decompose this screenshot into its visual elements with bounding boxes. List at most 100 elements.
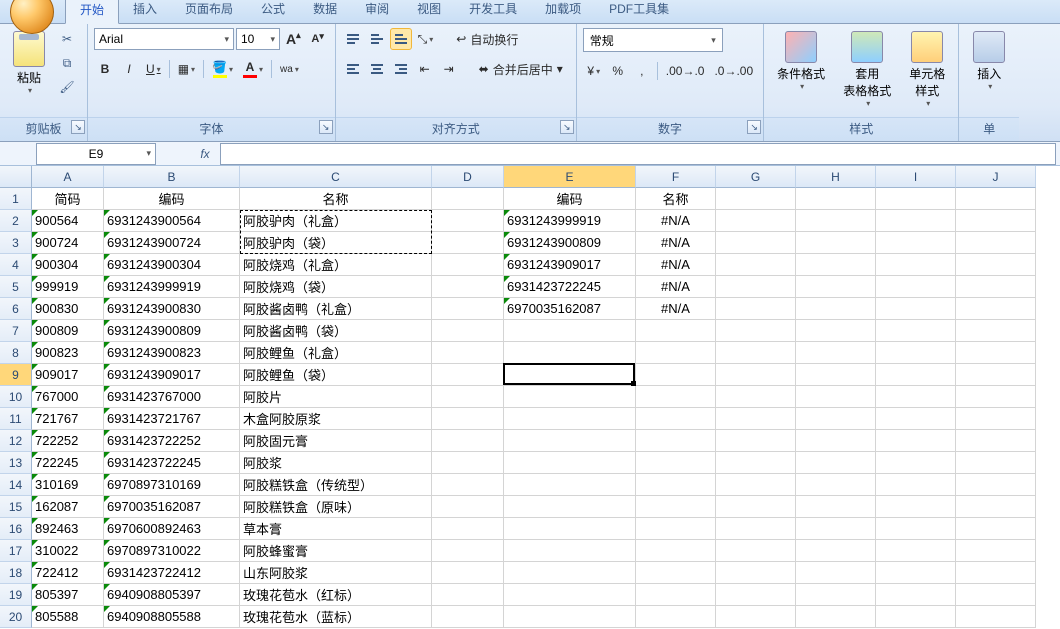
cell[interactable]: [796, 474, 876, 496]
cell[interactable]: [432, 606, 504, 628]
cell[interactable]: [956, 342, 1036, 364]
cell[interactable]: 900809: [32, 320, 104, 342]
cell[interactable]: [796, 386, 876, 408]
cell[interactable]: [956, 408, 1036, 430]
cell[interactable]: [876, 408, 956, 430]
cell[interactable]: [956, 254, 1036, 276]
row-header-2[interactable]: 2: [0, 210, 32, 232]
cell[interactable]: [636, 342, 716, 364]
cell[interactable]: 6931243999919: [504, 210, 636, 232]
cell[interactable]: [956, 276, 1036, 298]
cell[interactable]: 6970897310022: [104, 540, 240, 562]
cell[interactable]: [432, 562, 504, 584]
cell[interactable]: 900304: [32, 254, 104, 276]
cut-button[interactable]: ✂: [56, 28, 78, 50]
cell[interactable]: 6931243900809: [104, 320, 240, 342]
cell[interactable]: 阿胶烧鸡（礼盒）: [240, 254, 432, 276]
cell[interactable]: 767000: [32, 386, 104, 408]
cell[interactable]: 阿胶烧鸡（袋）: [240, 276, 432, 298]
cell[interactable]: [716, 606, 796, 628]
cell[interactable]: [956, 386, 1036, 408]
fill-color-button[interactable]: 🪣▾: [208, 58, 237, 80]
cell[interactable]: [636, 518, 716, 540]
cell[interactable]: [876, 342, 956, 364]
cell[interactable]: [876, 386, 956, 408]
cell[interactable]: 6931243900724: [104, 232, 240, 254]
select-all-corner[interactable]: [0, 166, 32, 188]
align-center-button[interactable]: [366, 58, 388, 80]
cell[interactable]: [796, 210, 876, 232]
cell[interactable]: 阿胶酱卤鸭（礼盒）: [240, 298, 432, 320]
font-name-combo[interactable]: Arial ▾: [94, 28, 234, 50]
row-header-14[interactable]: 14: [0, 474, 32, 496]
row-header-8[interactable]: 8: [0, 342, 32, 364]
cell[interactable]: #N/A: [636, 298, 716, 320]
cell[interactable]: [432, 518, 504, 540]
cell[interactable]: 阿胶鲤鱼（礼盒）: [240, 342, 432, 364]
cell[interactable]: [876, 518, 956, 540]
cell[interactable]: 900724: [32, 232, 104, 254]
cell[interactable]: [876, 540, 956, 562]
cell[interactable]: [716, 562, 796, 584]
cell[interactable]: [716, 210, 796, 232]
cell[interactable]: [876, 210, 956, 232]
merge-center-button[interactable]: ⬌ 合并后居中 ▾: [472, 58, 570, 80]
cell[interactable]: [876, 452, 956, 474]
cell[interactable]: [876, 364, 956, 386]
cell[interactable]: [796, 276, 876, 298]
cell[interactable]: 阿胶固元膏: [240, 430, 432, 452]
tab-review[interactable]: 审阅: [351, 0, 403, 23]
number-format-combo[interactable]: 常规 ▾: [583, 28, 723, 52]
border-button[interactable]: ▦▾: [174, 58, 199, 80]
cell[interactable]: 简码: [32, 188, 104, 210]
copy-button[interactable]: ⧉: [56, 52, 78, 74]
cell[interactable]: 玫瑰花苞水（蓝标）: [240, 606, 432, 628]
cell[interactable]: [716, 342, 796, 364]
cell[interactable]: 木盒阿胶原浆: [240, 408, 432, 430]
row-header-11[interactable]: 11: [0, 408, 32, 430]
cell[interactable]: #N/A: [636, 254, 716, 276]
cell[interactable]: [432, 342, 504, 364]
cell[interactable]: 310022: [32, 540, 104, 562]
cell[interactable]: 6931423722245: [504, 276, 636, 298]
cell-styles-button[interactable]: 单元格 样式▾: [902, 28, 952, 111]
tab-insert[interactable]: 插入: [119, 0, 171, 23]
cell[interactable]: 6931243909017: [504, 254, 636, 276]
row-header-4[interactable]: 4: [0, 254, 32, 276]
cell[interactable]: [504, 474, 636, 496]
cell[interactable]: [504, 320, 636, 342]
orientation-button[interactable]: ⤡▾: [414, 28, 438, 50]
row-header-7[interactable]: 7: [0, 320, 32, 342]
cell[interactable]: 721767: [32, 408, 104, 430]
cell[interactable]: [716, 584, 796, 606]
cell[interactable]: [876, 320, 956, 342]
cell[interactable]: [796, 606, 876, 628]
cell[interactable]: 6931243900564: [104, 210, 240, 232]
cell[interactable]: 722245: [32, 452, 104, 474]
cell[interactable]: 6931243900830: [104, 298, 240, 320]
cell[interactable]: 892463: [32, 518, 104, 540]
cell[interactable]: [716, 540, 796, 562]
column-header-F[interactable]: F: [636, 166, 716, 188]
cell[interactable]: [716, 430, 796, 452]
cell[interactable]: [636, 364, 716, 386]
formula-input[interactable]: [220, 143, 1056, 165]
cell[interactable]: [956, 518, 1036, 540]
row-header-13[interactable]: 13: [0, 452, 32, 474]
cell[interactable]: [432, 320, 504, 342]
cell[interactable]: 900564: [32, 210, 104, 232]
align-left-button[interactable]: [342, 58, 364, 80]
cell[interactable]: [716, 364, 796, 386]
align-right-button[interactable]: [390, 58, 412, 80]
cell[interactable]: 阿胶片: [240, 386, 432, 408]
cell[interactable]: [504, 408, 636, 430]
cell[interactable]: [876, 562, 956, 584]
cell[interactable]: [796, 232, 876, 254]
bold-button[interactable]: B: [94, 58, 116, 80]
cell[interactable]: 6970035162087: [504, 298, 636, 320]
cell[interactable]: [796, 496, 876, 518]
cell[interactable]: [636, 452, 716, 474]
cell[interactable]: [716, 320, 796, 342]
cell[interactable]: [956, 430, 1036, 452]
cell-grid[interactable]: 简码编码名称编码名称9005646931243900564阿胶驴肉（礼盒）693…: [32, 188, 1060, 628]
